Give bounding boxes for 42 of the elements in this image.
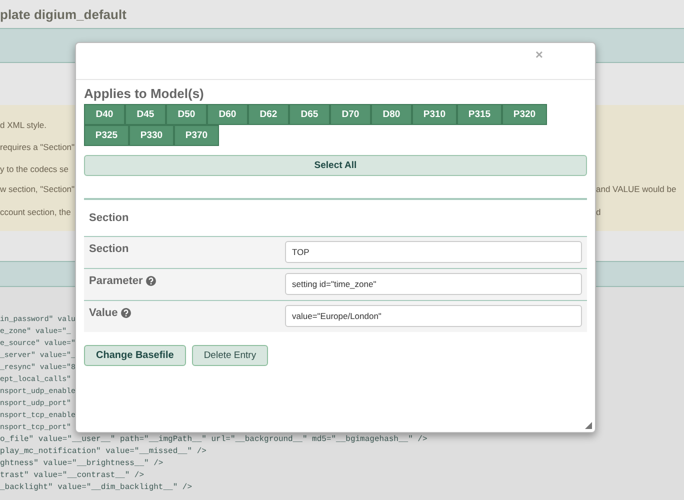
help-icon [120,308,131,318]
section-heading: Section [89,212,129,224]
model-button[interactable]: D45 [125,104,166,125]
model-button[interactable]: D70 [330,104,371,125]
note-text: y to the codecs se [0,164,70,174]
field-label: Parameter [89,275,143,287]
model-button[interactable]: P310 [412,104,457,125]
note-text: d XML style. [0,120,48,130]
models-heading: Applies to Model(s) [84,86,205,101]
code-line: _backlight" value="__dim_backlight__" /> [0,482,192,494]
code-line: o_file" value="__user__" path="__imgPath__" url="__background__" md5="__bgimagehash__" /> [0,434,428,446]
page-title: plate digium_default [0,6,126,22]
select-all-button[interactable]: Select All [84,155,587,176]
delete-entry-button[interactable]: Delete Entry [192,345,268,366]
model-button[interactable]: P320 [502,104,547,125]
note-text: w section, "Section" [0,184,76,194]
change-basefile-button[interactable]: Change Basefile [84,345,186,366]
model-button[interactable]: P325 [84,125,129,146]
code-line: ghtness" value="__brightness__" /> [0,458,164,470]
model-button[interactable]: P315 [457,104,502,125]
field-label: Value [89,307,118,319]
field-label: Section [89,243,129,255]
model-button[interactable]: D60 [207,104,248,125]
model-button[interactable]: D50 [166,104,207,125]
note-text: d [596,206,602,216]
model-button[interactable]: D65 [289,104,330,125]
resize-grip-icon[interactable] [585,422,592,429]
model-button[interactable]: D62 [248,104,289,125]
help-icon [146,276,156,286]
model-button[interactable]: D80 [371,104,412,125]
text-field[interactable]: TOP [285,241,582,263]
text-field[interactable]: setting id="time_zone" [285,273,582,295]
model-button[interactable]: P370 [174,125,219,146]
code-line: trast" value="__contrast__" /> [0,470,144,482]
text-field[interactable]: value="Europe/London" [285,305,582,327]
code-line: play_mc_notification" value="__missed__" /> [0,446,206,458]
note-text: requires a "Section" [0,142,76,152]
model-button[interactable]: P330 [129,125,174,146]
model-button[interactable]: D40 [84,104,125,125]
note-text: and VALUE would be [596,184,678,194]
note-text: ccount section, the [0,206,72,216]
close-button[interactable]: × [535,47,543,62]
